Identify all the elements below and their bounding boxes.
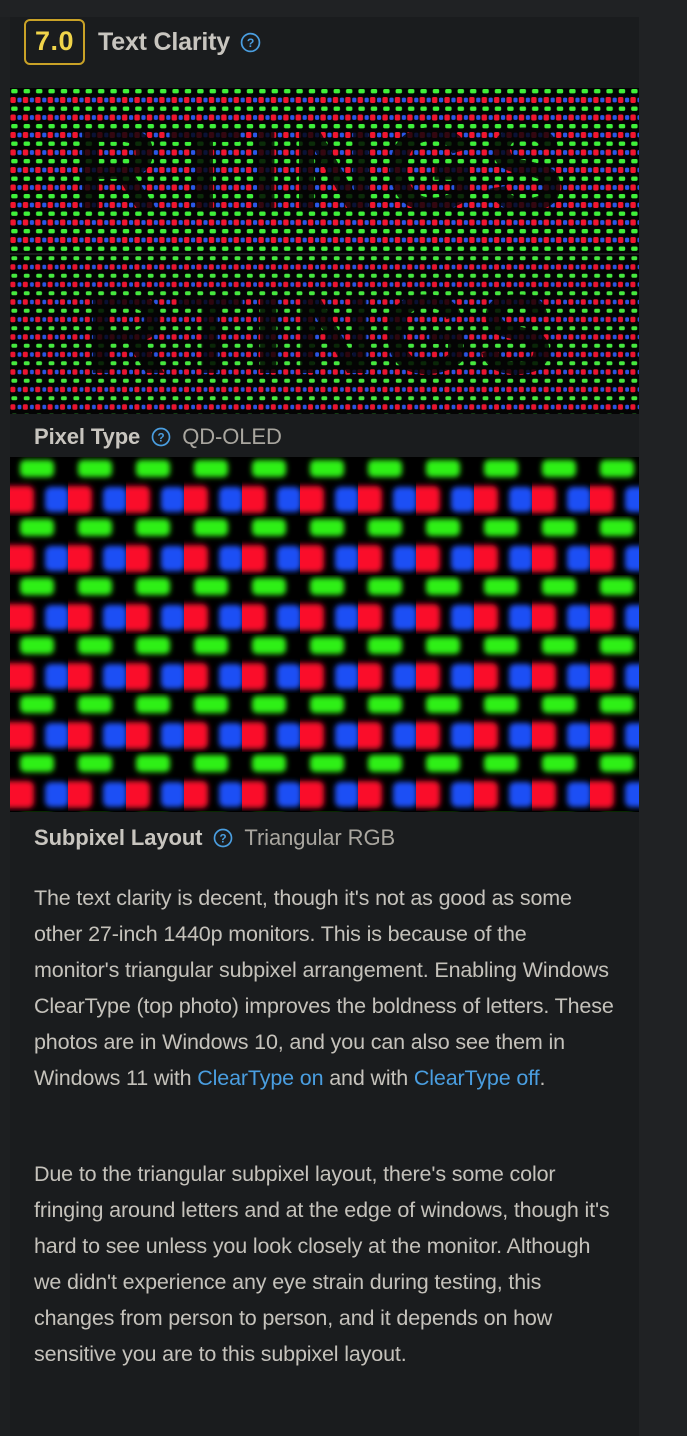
description-paragraph-2: Due to the triangular subpixel layout, t… [34,1162,610,1366]
cleartype-off-link[interactable]: ClearType off [414,1066,540,1090]
svg-text:?: ? [220,832,227,845]
paragraph-1-text-part-3: . [539,1066,546,1090]
help-circle-icon[interactable]: ? [240,32,261,53]
text-clarity-cleartype-off-photo[interactable]: RTINGS RTINGS [10,255,639,414]
spec-value-pixel-type: QD-OLED [182,424,282,449]
section-header: 7.0 Text Clarity ? [24,19,261,65]
page-title: Text Clarity [98,27,230,56]
spec-value-subpixel-layout: Triangular RGB [244,825,396,850]
description-paragraph-1: The text clarity is decent, though it's … [34,880,614,1096]
subpixel-layout-photo[interactable] [10,457,639,812]
help-circle-icon[interactable]: ? [213,828,233,848]
top-background-strip [0,0,687,17]
help-circle-icon[interactable]: ? [151,427,171,447]
text-clarity-section: 7.0 Text Clarity ? Pixel Type ? QD-OLED … [0,0,687,1436]
score-badge: 7.0 [24,19,86,65]
spec-row-subpixel-layout: Subpixel Layout ? Triangular RGB [34,825,395,851]
right-gutter [639,17,687,1436]
spec-label-pixel-type: Pixel Type [34,424,141,449]
spec-row-pixel-type: Pixel Type ? QD-OLED [34,424,282,450]
spec-label-subpixel-layout: Subpixel Layout [34,825,203,850]
left-gutter [0,17,10,1436]
paragraph-1-text-part-2: and with [323,1066,414,1090]
svg-text:?: ? [158,431,165,444]
svg-text:?: ? [247,36,254,50]
cleartype-on-link[interactable]: ClearType on [197,1066,323,1090]
paragraph-1-text-part-1: The text clarity is decent, though it's … [34,886,614,1090]
section-title-group: Text Clarity ? [98,28,261,57]
text-clarity-cleartype-on-photo[interactable]: RTINGS RTINGS [10,88,639,253]
